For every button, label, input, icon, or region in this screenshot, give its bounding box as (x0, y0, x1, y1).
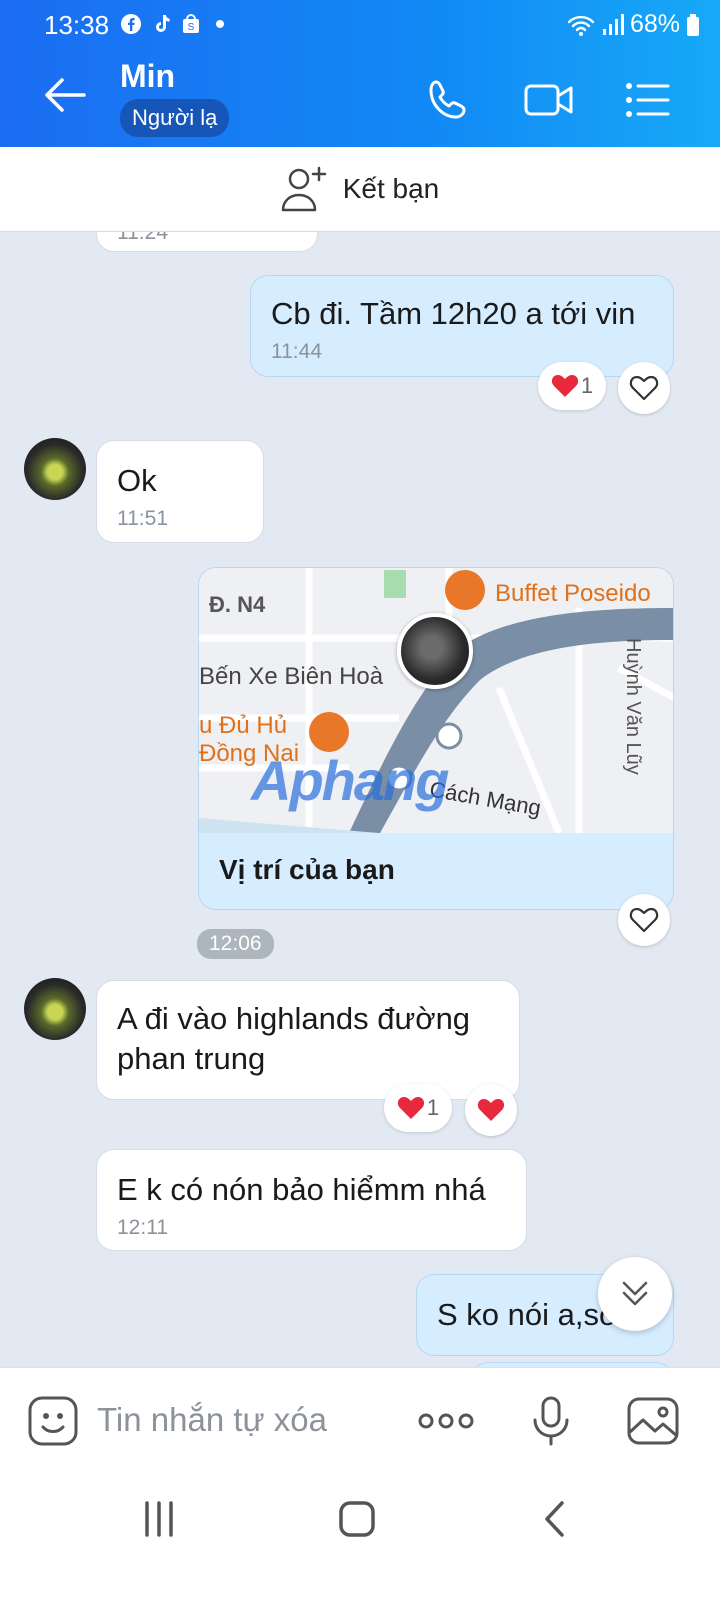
recent-apps-icon[interactable] (134, 1494, 184, 1544)
reaction-badge[interactable]: 1 (538, 362, 606, 410)
menu-list-icon[interactable] (624, 76, 670, 124)
contact-avatar[interactable] (24, 438, 86, 500)
message-bubble-incoming[interactable]: A đi vào highlands đường phan trung (96, 980, 520, 1100)
map-preview[interactable]: Đ. N4 Bến Xe Biên Hoà Buffet Poseido Huỳ… (199, 568, 673, 833)
status-bar: 13:38 S 68% (0, 0, 720, 48)
map-poi-label: Buffet Poseido (495, 580, 651, 607)
battery-percent: 68% (629, 10, 680, 38)
signal-icon (602, 13, 624, 35)
user-location-avatar (397, 613, 473, 689)
react-heart-button[interactable] (618, 362, 670, 414)
reaction-count: 1 (426, 1095, 440, 1120)
double-chevron-down-icon (622, 1281, 648, 1306)
contact-avatar[interactable] (24, 978, 86, 1040)
location-caption: Vị trí của bạn (219, 854, 395, 885)
reaction-count: 1 (580, 373, 594, 398)
restaurant-pin-icon (445, 570, 485, 610)
message-text: E k có nón bảo hiểmm nhá (117, 1172, 486, 1207)
wifi-icon (567, 15, 595, 36)
scroll-to-bottom-button[interactable] (598, 1257, 672, 1331)
back-nav-icon[interactable] (530, 1494, 580, 1544)
system-nav-bar (0, 1472, 720, 1600)
heart-outline-icon (629, 907, 659, 933)
battery-icon (687, 13, 699, 36)
reaction-badge[interactable]: 1 (384, 1084, 452, 1132)
message-bubble-partial[interactable]: 11:24 (96, 232, 318, 252)
heart-outline-icon (629, 375, 659, 401)
message-input-bar: Tin nhắn tự xóa (0, 1367, 720, 1472)
more-options-icon[interactable] (416, 1394, 476, 1448)
microphone-icon[interactable] (524, 1394, 578, 1448)
header-bar: 13:38 S 68% Min Người lạ (0, 0, 720, 147)
svg-text:S: S (188, 22, 195, 33)
message-bubble-outgoing[interactable]: Cb đi. Tầm 12h20 a tới vin 11:44 (250, 275, 674, 377)
restaurant-pin-icon (309, 712, 349, 752)
message-time: 12:11 (117, 1216, 168, 1239)
image-gallery-icon[interactable] (626, 1394, 680, 1448)
sticker-emoji-icon[interactable] (26, 1394, 80, 1448)
heart-icon (551, 375, 578, 397)
message-text: Cb đi. Tầm 12h20 a tới vin (271, 296, 636, 331)
add-friend-icon (281, 166, 326, 212)
react-heart-button[interactable] (618, 894, 670, 946)
message-text-line: phan trung (117, 1041, 266, 1076)
notification-dot (216, 20, 224, 28)
message-time: 11:51 (117, 507, 168, 530)
tiktok-icon (156, 15, 170, 32)
shopee-icon: S (183, 14, 199, 33)
add-friend-bar[interactable]: Kết bạn (0, 147, 720, 232)
chat-area[interactable]: 11:24 Cb đi. Tầm 12h20 a tới vin 11:44 1… (0, 232, 720, 1394)
phone-call-icon[interactable] (424, 76, 472, 124)
message-time: 11:44 (271, 340, 322, 363)
home-icon[interactable] (332, 1494, 382, 1544)
map-label: Bến Xe Biên Hoà (199, 663, 384, 690)
heart-icon (397, 1097, 424, 1119)
message-text-line: A đi vào highlands đường (117, 1001, 471, 1036)
message-text: Ok (117, 463, 157, 498)
message-bubble-incoming[interactable]: E k có nón bảo hiểmm nhá 12:11 (96, 1149, 527, 1251)
message-input-placeholder[interactable]: Tin nhắn tự xóa (97, 1401, 327, 1439)
heart-icon (477, 1099, 505, 1121)
map-label: Huỳnh Văn Lũy (622, 638, 644, 775)
time-pill: 12:06 (197, 929, 274, 959)
stranger-badge: Người lạ (120, 99, 230, 137)
facebook-icon (121, 14, 141, 34)
watermark: Aphang (251, 749, 449, 812)
location-card[interactable]: Đ. N4 Bến Xe Biên Hoà Buffet Poseido Huỳ… (198, 567, 674, 910)
message-time: 11:24 (117, 232, 168, 244)
status-time: 13:38 (44, 10, 110, 40)
add-friend-label: Kết bạn (342, 173, 440, 204)
map-poi-label: u Đủ Hủ (199, 712, 288, 739)
map-label: Đ. N4 (209, 592, 266, 617)
back-arrow-icon[interactable] (40, 72, 90, 118)
contact-name[interactable]: Min (120, 58, 175, 95)
react-heart-button[interactable] (465, 1084, 517, 1136)
message-bubble-incoming[interactable]: Ok 11:51 (96, 440, 264, 543)
video-call-icon[interactable] (523, 76, 575, 124)
